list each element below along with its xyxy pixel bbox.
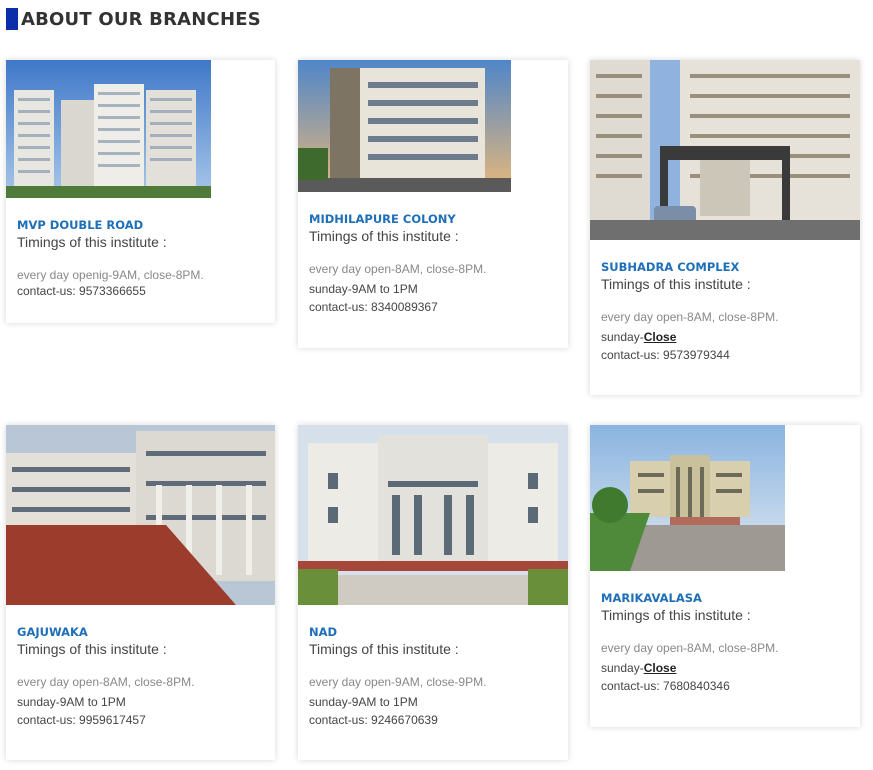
branch-name-link[interactable]: MVP DOUBLE ROAD <box>17 218 264 232</box>
sunday-status-link[interactable]: Close <box>644 330 677 344</box>
timings-label: Timings of this institute : <box>601 607 751 623</box>
sunday-hours: sunday-Close <box>601 328 849 346</box>
branch-name-link[interactable]: SUBHADRA COMPLEX <box>601 260 849 274</box>
sunday-hours: sunday-9AM to 1PM <box>17 693 264 711</box>
branch-card-nad: NAD Timings of this institute : every da… <box>298 425 568 760</box>
sunday-hours: sunday-9AM to 1PM <box>309 280 557 298</box>
sunday-status-link[interactable]: Close <box>644 661 677 675</box>
branch-name-link[interactable]: GAJUWAKA <box>17 625 264 639</box>
daily-hours: every day open-8AM, close-8PM. <box>17 675 195 689</box>
branch-card-subhadra: SUBHADRA COMPLEX Timings of this institu… <box>590 60 860 395</box>
contact-number: contact-us: 7680840346 <box>601 679 730 693</box>
heading-accent-bar <box>6 8 18 30</box>
daily-hours: every day open-9AM, close-9PM. <box>309 675 487 689</box>
sunday-text: sunday- <box>601 330 644 344</box>
branch-card-midhilapure: MIDHILAPURE COLONY Timings of this insti… <box>298 60 568 348</box>
contact-number: contact-us: 8340089367 <box>309 300 438 314</box>
daily-hours: every day open-8AM, close-8PM. <box>601 310 779 324</box>
branch-photo <box>6 60 211 198</box>
branch-name-link[interactable]: MARIKAVALASA <box>601 591 849 605</box>
timings-label: Timings of this institute : <box>309 228 459 244</box>
contact-number: contact-us: 9573366655 <box>17 284 146 298</box>
sunday-text: sunday-9AM to 1PM <box>309 695 418 709</box>
timings-label: Timings of this institute : <box>17 641 167 657</box>
sunday-hours: sunday-9AM to 1PM <box>309 693 557 711</box>
branch-photo <box>590 425 785 571</box>
branch-photo <box>298 425 568 605</box>
branch-card-marikavalasa: MARIKAVALASA Timings of this institute :… <box>590 425 860 727</box>
timings-label: Timings of this institute : <box>601 276 751 292</box>
branch-photo <box>6 425 275 605</box>
branch-card-mvp: MVP DOUBLE ROAD Timings of this institut… <box>6 60 275 323</box>
sunday-text: sunday-9AM to 1PM <box>309 282 418 296</box>
sunday-hours: sunday-Close <box>601 659 849 677</box>
branch-photo <box>590 60 860 240</box>
branch-name-link[interactable]: NAD <box>309 625 557 639</box>
contact-number: contact-us: 9573979344 <box>601 348 730 362</box>
branch-card-gajuwaka: GAJUWAKA Timings of this institute : eve… <box>6 425 275 760</box>
daily-hours: every day open-8AM, close-8PM. <box>601 641 779 655</box>
contact-number: contact-us: 9959617457 <box>17 713 146 727</box>
sunday-text: sunday- <box>601 661 644 675</box>
contact-number: contact-us: 9246670639 <box>309 713 438 727</box>
branch-name-link[interactable]: MIDHILAPURE COLONY <box>309 212 557 226</box>
section-heading: ABOUT OUR BRANCHES <box>6 8 261 30</box>
daily-hours: every day open-8AM, close-8PM. <box>309 262 487 276</box>
timings-label: Timings of this institute : <box>17 234 167 250</box>
daily-hours: every day openig-9AM, close-8PM. <box>17 268 204 282</box>
branch-photo <box>298 60 511 192</box>
timings-label: Timings of this institute : <box>309 641 459 657</box>
page-title: ABOUT OUR BRANCHES <box>21 8 261 30</box>
sunday-text: sunday-9AM to 1PM <box>17 695 126 709</box>
